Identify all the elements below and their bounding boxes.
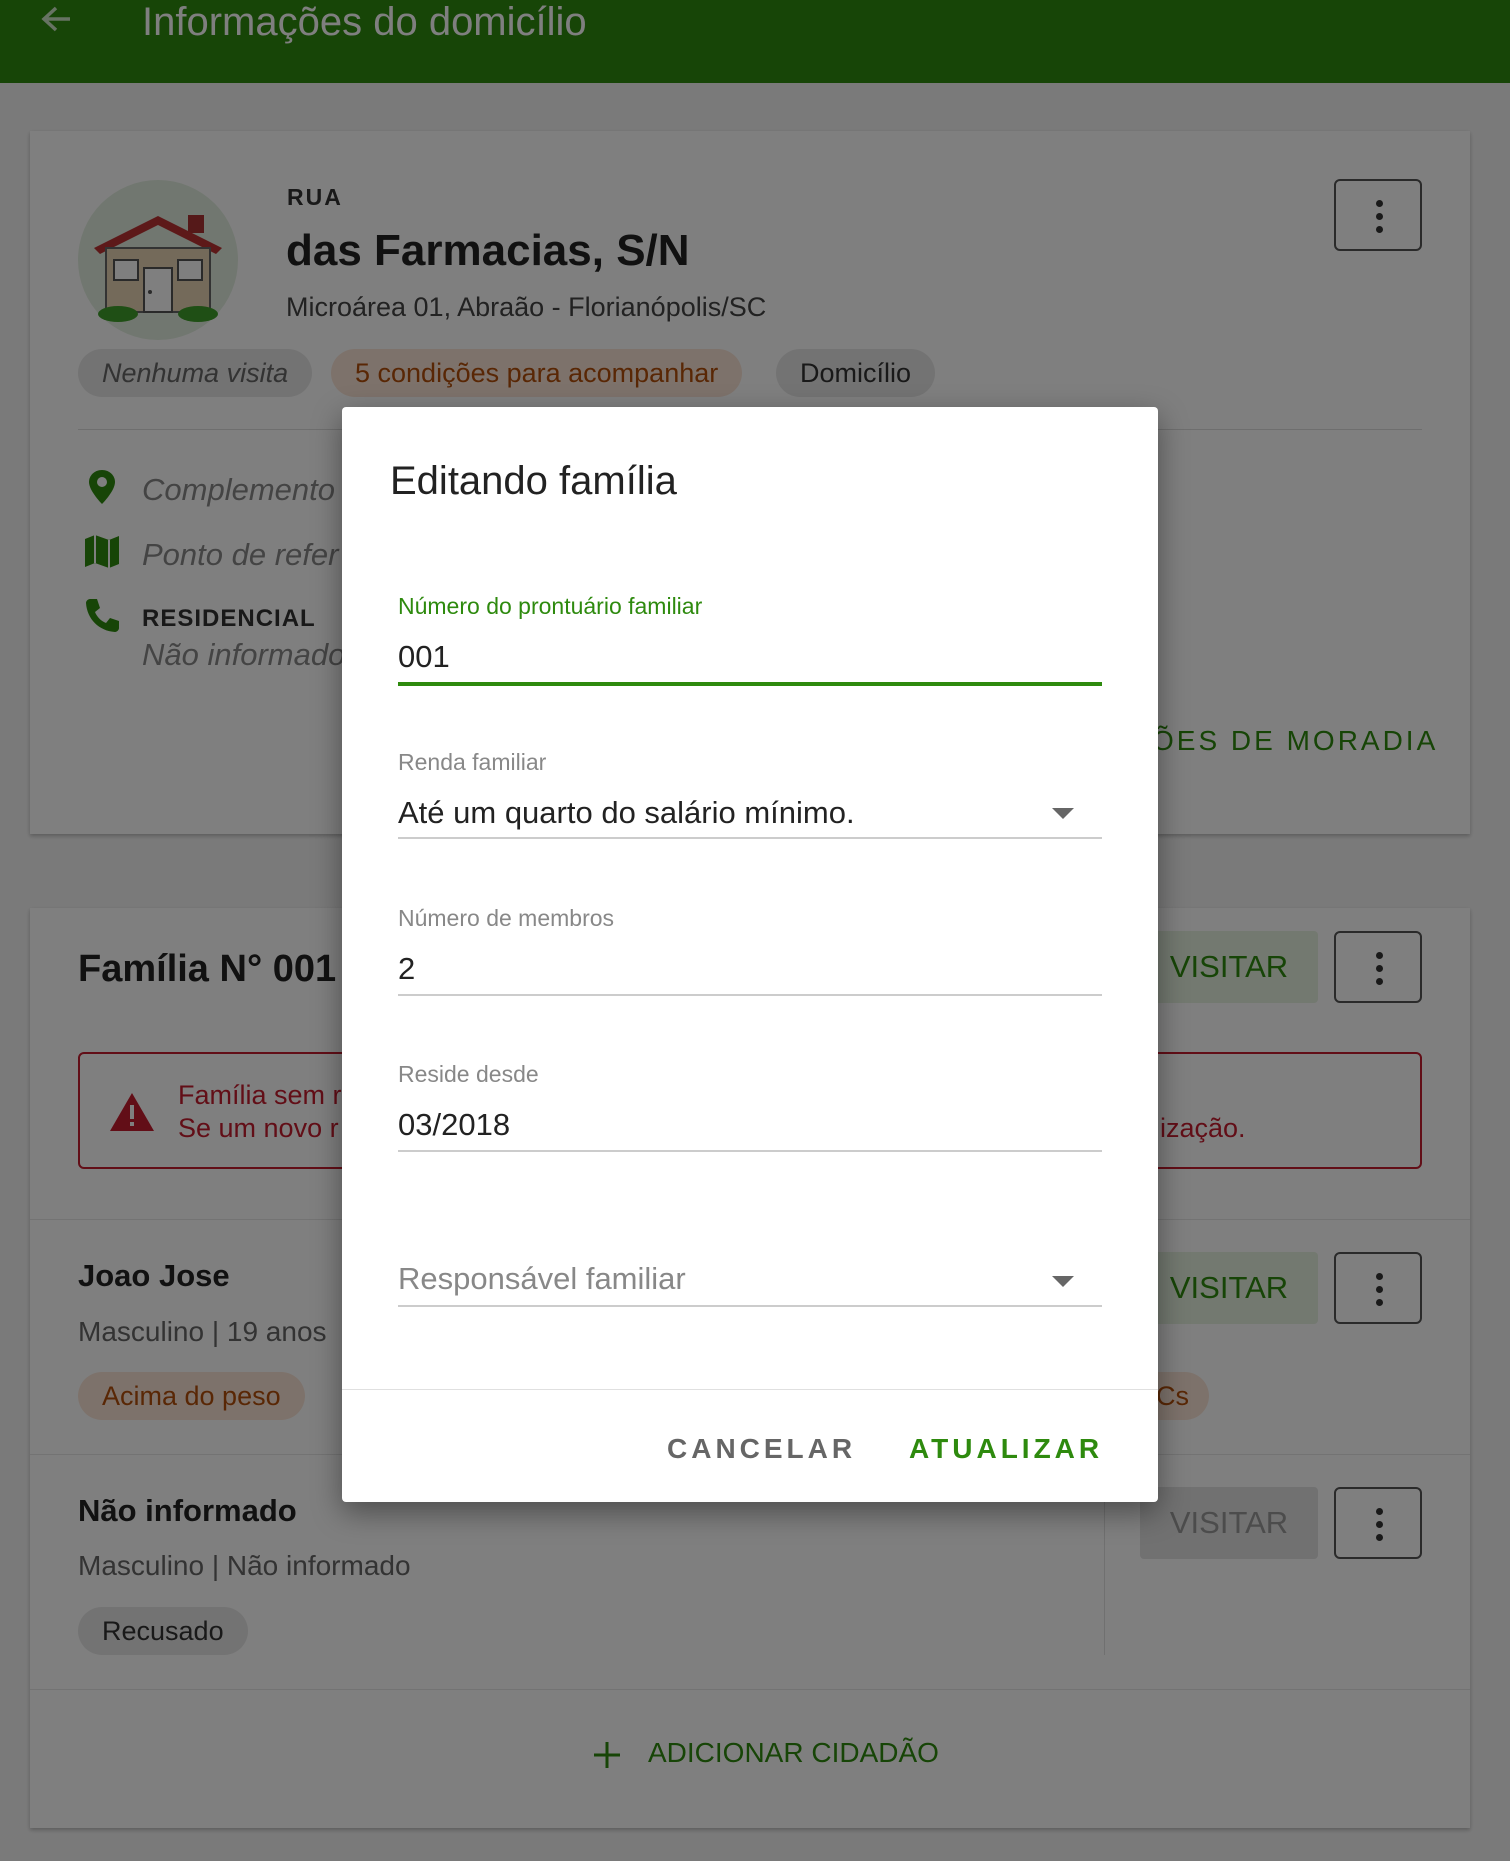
responsavel-underline: [398, 1305, 1102, 1307]
renda-select[interactable]: Até um quarto do salário mínimo.: [398, 795, 855, 831]
dialog-title: Editando família: [390, 459, 677, 503]
dropdown-caret-icon[interactable]: [1052, 1276, 1074, 1287]
renda-label: Renda familiar: [398, 749, 547, 775]
renda-underline: [398, 837, 1102, 839]
membros-input[interactable]: 2: [398, 951, 415, 987]
responsavel-select[interactable]: Responsável familiar: [398, 1261, 686, 1297]
dropdown-caret-icon[interactable]: [1052, 808, 1074, 819]
reside-input[interactable]: 03/2018: [398, 1107, 510, 1143]
reside-underline: [398, 1150, 1102, 1152]
membros-underline: [398, 994, 1102, 996]
membros-label: Número de membros: [398, 905, 615, 931]
prontuario-input[interactable]: 001: [398, 639, 450, 675]
edit-family-dialog: Editando família Número do prontuário fa…: [342, 407, 1158, 1502]
prontuario-label: Número do prontuário familiar: [398, 593, 703, 619]
reside-label: Reside desde: [398, 1061, 539, 1087]
update-button[interactable]: ATUALIZAR: [909, 1433, 1103, 1465]
cancel-button[interactable]: CANCELAR: [667, 1433, 856, 1465]
prontuario-underline: [398, 682, 1102, 686]
dialog-actions-divider: [342, 1389, 1158, 1390]
